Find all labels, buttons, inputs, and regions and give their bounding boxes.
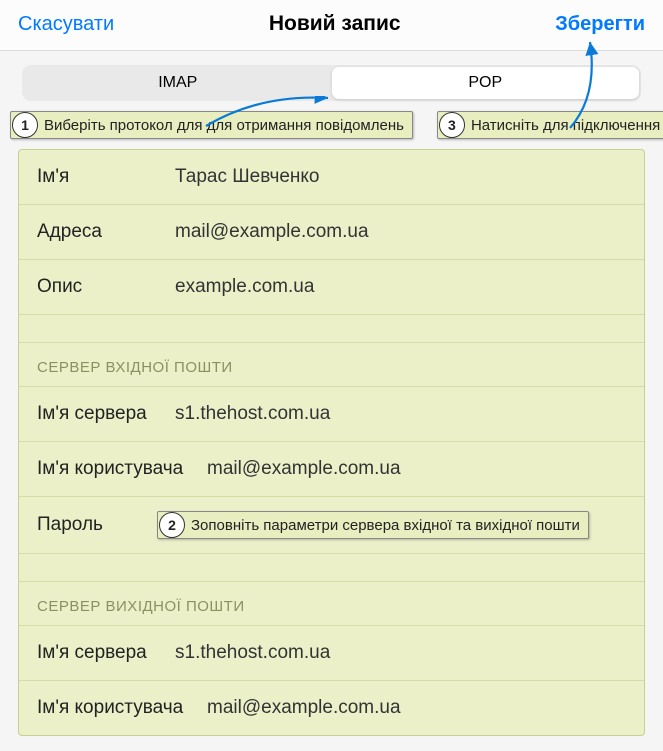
callout-2: 2 Зоповніть параметри сервера вхідної та… [157,511,589,539]
name-value[interactable]: Тарас Шевченко [175,166,626,188]
callout-2-number: 2 [159,512,185,538]
row-incoming-host[interactable]: Ім'я сервера s1.thehost.com.ua [19,387,644,442]
address-label: Адреса [37,221,175,243]
callout-3-number: 3 [439,112,465,138]
incoming-host-label: Ім'я сервера [37,403,175,425]
callout-3-text: Натисніть для підключення [469,117,663,134]
outgoing-user-label: Ім'я користувача [37,697,207,719]
row-incoming-password[interactable]: Пароль 2 Зоповніть параметри сервера вхі… [19,497,644,554]
callout-1-number: 1 [12,112,38,138]
segment-imap[interactable]: IMAP [24,67,332,99]
page-title: Новий запис [269,12,401,36]
callout-3: 3 Натисніть для підключення [437,111,663,139]
callout-1-text: Виберіть протокол для для отримання пові… [42,117,412,134]
row-address[interactable]: Адреса mail@example.com.ua [19,205,644,260]
incoming-user-label: Ім'я користувача [37,458,207,480]
outgoing-section-header: СЕРВЕР ВИХІДНОЇ ПОШТИ [19,582,644,626]
address-value[interactable]: mail@example.com.ua [175,221,626,243]
account-form: Ім'я Тарас Шевченко Адреса mail@example.… [18,149,645,736]
outgoing-user-value[interactable]: mail@example.com.ua [207,697,626,719]
incoming-user-value[interactable]: mail@example.com.ua [207,458,626,480]
section-gap-1 [19,315,644,343]
row-outgoing-user[interactable]: Ім'я користувача mail@example.com.ua [19,681,644,735]
callout-1: 1 Виберіть протокол для для отримання по… [10,111,413,139]
row-outgoing-host[interactable]: Ім'я сервера s1.thehost.com.ua [19,626,644,681]
description-label: Опис [37,276,175,298]
section-gap-2 [19,554,644,582]
row-incoming-user[interactable]: Ім'я користувача mail@example.com.ua [19,442,644,497]
incoming-host-value[interactable]: s1.thehost.com.ua [175,403,626,425]
row-description[interactable]: Опис example.com.ua [19,260,644,315]
incoming-password-label: Пароль [37,514,157,536]
cancel-button[interactable]: Скасувати [18,13,114,36]
description-value[interactable]: example.com.ua [175,276,626,298]
outgoing-host-label: Ім'я сервера [37,642,175,664]
protocol-segmented-control: IMAP POP [22,65,641,101]
callouts-row: 1 Виберіть протокол для для отримання по… [0,111,663,149]
modal-header: Скасувати Новий запис Зберегти [0,0,663,51]
outgoing-host-value[interactable]: s1.thehost.com.ua [175,642,626,664]
callout-2-text: Зоповніть параметри сервера вхідної та в… [189,517,588,534]
save-button[interactable]: Зберегти [555,13,645,36]
protocol-segment-wrap: IMAP POP [0,51,663,111]
segment-pop[interactable]: POP [332,67,640,99]
incoming-section-header: СЕРВЕР ВХІДНОЇ ПОШТИ [19,343,644,387]
name-label: Ім'я [37,166,175,188]
row-name[interactable]: Ім'я Тарас Шевченко [19,150,644,205]
